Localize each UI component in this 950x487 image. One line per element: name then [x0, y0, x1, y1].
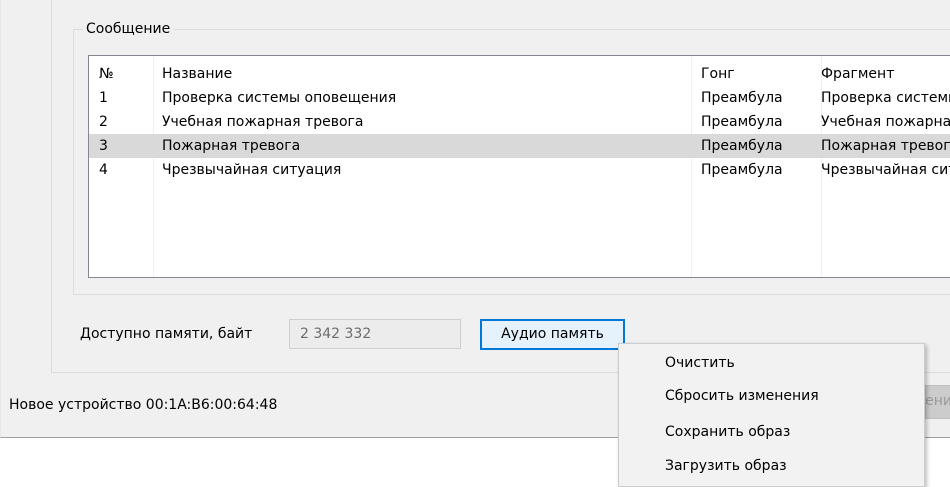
device-status-text: Новое устройство 00:1A:B6:00:64:48: [9, 397, 278, 413]
list-row-selected[interactable]: 3 Пожарная тревога Преамбула Пожарная тр…: [89, 134, 950, 158]
column-header-name[interactable]: Название: [162, 62, 682, 86]
row-number: 1: [99, 90, 108, 106]
audio-memory-context-menu: Очистить Сбросить изменения Сохранить об…: [618, 343, 925, 487]
menu-item-save-image[interactable]: Сохранить образ: [619, 417, 924, 447]
audio-memory-button[interactable]: Аудио память: [480, 319, 625, 350]
row-fragment: Пожарная тревога: [821, 138, 950, 154]
apply-button-label: Применить: [925, 393, 950, 409]
memory-available-field: 2 342 332: [289, 319, 461, 349]
apply-button[interactable]: Применить: [925, 385, 950, 419]
menu-item-load-image[interactable]: Загрузить образ: [619, 451, 924, 481]
row-number: 3: [99, 138, 108, 154]
column-header-fragment[interactable]: Фрагмент: [821, 62, 950, 86]
column-header-number[interactable]: №: [99, 62, 149, 86]
message-list[interactable]: № Название Гонг Фрагмент 1 Проверка сист…: [88, 55, 950, 278]
row-gong: Преамбула: [701, 114, 783, 130]
list-row[interactable]: 1 Проверка системы оповещения Преамбула …: [89, 86, 950, 110]
memory-available-label: Доступно памяти, байт: [80, 326, 253, 342]
row-fragment: Чрезвычайная ситуация: [821, 162, 950, 178]
row-fragment: Учебная пожарная тревога: [821, 114, 950, 130]
message-groupbox-title: Сообщение: [83, 21, 174, 37]
column-header-gong[interactable]: Гонг: [701, 62, 816, 86]
row-gong: Преамбула: [701, 162, 783, 178]
menu-item-clear[interactable]: Очистить: [619, 348, 924, 378]
row-name: Проверка системы оповещения: [162, 90, 397, 106]
menu-item-reset-changes[interactable]: Сбросить изменения: [619, 381, 924, 411]
row-gong: Преамбула: [701, 138, 783, 154]
list-header: № Название Гонг Фрагмент: [89, 62, 950, 86]
row-number: 4: [99, 162, 108, 178]
row-name: Чрезвычайная ситуация: [162, 162, 342, 178]
row-name: Учебная пожарная тревога: [162, 114, 364, 130]
list-row[interactable]: 2 Учебная пожарная тревога Преамбула Уче…: [89, 110, 950, 134]
row-number: 2: [99, 114, 108, 130]
row-fragment: Проверка системы оповещения: [821, 90, 950, 106]
list-row[interactable]: 4 Чрезвычайная ситуация Преамбула Чрезвы…: [89, 158, 950, 182]
row-name: Пожарная тревога: [162, 138, 301, 154]
row-gong: Преамбула: [701, 90, 783, 106]
